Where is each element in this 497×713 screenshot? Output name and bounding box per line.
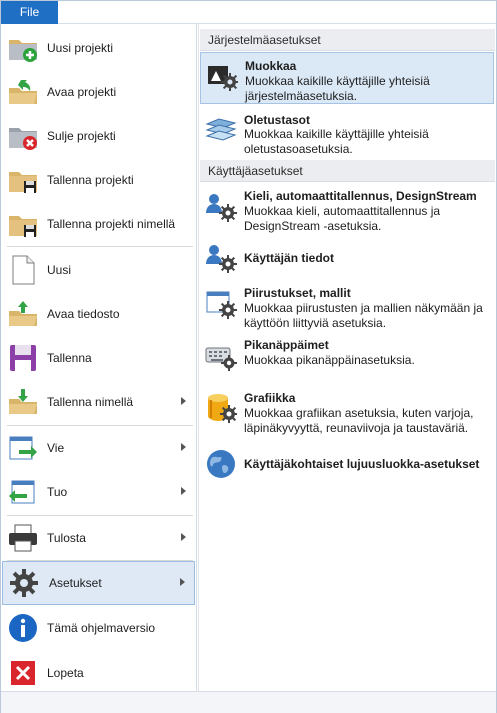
user-settings-icon: [205, 191, 237, 223]
option-description: Muokkaa grafiikan asetuksia, kuten varjo…: [244, 406, 474, 435]
new-project-icon: [7, 32, 39, 64]
menu-item-export[interactable]: Vie: [1, 426, 195, 470]
info-icon: [7, 612, 39, 644]
save-icon: [7, 342, 39, 374]
open-project-icon: [7, 76, 39, 108]
option-graphics[interactable]: Grafiikka Muokkaa grafiikan asetuksia, k…: [200, 386, 494, 454]
menu-bar: File: [1, 1, 496, 24]
strength-class-globe-icon: [205, 448, 237, 480]
menu-divider: [7, 246, 193, 247]
menu-item-label: Avaa projekti: [47, 85, 117, 99]
settings-panel: Järjestelmäasetukset Muokkaa Muokkaa kai…: [198, 24, 496, 691]
graphics-icon: [205, 392, 238, 424]
import-icon: [7, 476, 39, 508]
new-file-icon: [7, 254, 39, 286]
status-strip: [1, 691, 496, 713]
menu-item-label: Tallenna nimellä: [47, 395, 134, 409]
submenu-arrow-icon: [181, 397, 186, 405]
menu-item-open-file[interactable]: Avaa tiedosto: [1, 292, 195, 336]
menu-item-import[interactable]: Tuo: [1, 470, 195, 514]
menu-item-about[interactable]: Tämä ohjelmaversio: [1, 606, 195, 650]
menu-item-save-project-as[interactable]: Tallenna projekti nimellä: [1, 202, 195, 246]
option-description: Muokkaa kaikille käyttäjille yhteisiä ol…: [244, 127, 429, 156]
save-project-icon: [7, 164, 39, 196]
menu-item-save-as[interactable]: Tallenna nimellä: [1, 380, 195, 424]
menu-item-print[interactable]: Tulosta: [1, 516, 195, 560]
submenu-arrow-icon: [181, 487, 186, 495]
menu-item-label: Uusi projekti: [47, 41, 114, 55]
save-as-icon: [7, 386, 39, 418]
menu-item-label: Tallenna: [47, 351, 92, 365]
exit-icon: [7, 657, 39, 689]
menu-item-label: Lopeta: [47, 666, 84, 680]
default-levels-icon: [205, 114, 237, 146]
menu-item-label: Avaa tiedosto: [47, 307, 120, 321]
keyboard-shortcuts-icon: [205, 340, 237, 372]
menu-item-close-project[interactable]: Sulje projekti: [1, 114, 195, 158]
menu-item-label: Sulje projekti: [47, 129, 116, 143]
option-description: Muokkaa kieli, automaattitallennus ja De…: [244, 204, 441, 233]
submenu-arrow-icon: [180, 578, 185, 586]
option-description: Muokkaa piirustusten ja mallien näkymään…: [244, 301, 483, 330]
print-icon: [7, 522, 39, 554]
menu-item-save-project[interactable]: Tallenna projekti: [1, 158, 195, 202]
menu-item-label: Vie: [47, 441, 65, 455]
menu-item-new-project[interactable]: Uusi projekti: [1, 26, 195, 70]
option-drawings-models[interactable]: Piirustukset, mallit Muokkaa piirustuste…: [200, 280, 494, 332]
file-tab[interactable]: File: [1, 1, 58, 24]
option-title: Grafiikka: [244, 391, 296, 405]
option-default-levels[interactable]: Oletustasot Muokkaa kaikille käyttäjille…: [200, 108, 494, 158]
submenu-arrow-icon: [181, 443, 186, 451]
section-header-user: Käyttäjäasetukset: [200, 160, 495, 182]
option-keyboard-shortcuts[interactable]: Pikanäppäimet Muokkaa pikanäppäinasetuks…: [200, 334, 494, 378]
export-icon: [7, 432, 39, 464]
option-title: Piirustukset, mallit: [244, 286, 351, 300]
settings-gear-icon: [8, 567, 40, 599]
menu-item-new[interactable]: Uusi: [1, 248, 195, 292]
save-project-as-icon: [7, 208, 39, 240]
section-header-system: Järjestelmäasetukset: [200, 29, 495, 51]
user-info-icon: [205, 242, 237, 274]
option-title: Käyttäjäkohtaiset lujuusluokka-asetukset: [244, 457, 480, 471]
menu-item-label: Tulosta: [47, 531, 86, 545]
system-edit-icon: [206, 60, 239, 92]
menu-item-label: Tuo: [47, 485, 68, 499]
menu-item-label: Uusi: [47, 263, 72, 277]
open-file-icon: [7, 298, 39, 330]
option-language-autosave[interactable]: Kieli, automaattitallennus, DesignStream…: [200, 184, 494, 234]
option-system-edit[interactable]: Muokkaa Muokkaa kaikille käyttäjille yht…: [200, 52, 494, 104]
option-title: Muokkaa: [245, 59, 297, 73]
menu-item-label: Tallenna projekti: [47, 173, 134, 187]
option-description: Muokkaa pikanäppäinasetuksia.: [244, 353, 415, 367]
file-menu: Uusi projekti Avaa projekti Sulje projek…: [1, 24, 197, 691]
submenu-arrow-icon: [181, 533, 186, 541]
option-title: Pikanäppäimet: [244, 338, 329, 352]
option-title: Oletustasot: [244, 113, 311, 127]
close-project-icon: [7, 120, 39, 152]
menu-item-label: Asetukset: [49, 576, 102, 590]
option-title: Kieli, automaattitallennus, DesignStream: [244, 189, 477, 203]
option-strength-class[interactable]: Käyttäjäkohtaiset lujuusluokka-asetukset: [200, 446, 494, 490]
menu-item-label: Tallenna projekti nimellä: [47, 217, 176, 231]
menu-item-save[interactable]: Tallenna: [1, 336, 195, 380]
option-user-info[interactable]: Käyttäjän tiedot: [200, 236, 494, 280]
menu-item-settings[interactable]: Asetukset: [2, 561, 195, 605]
application-window: File Uusi projekti Avaa projekti Sulje p…: [0, 0, 497, 713]
menu-item-exit[interactable]: Lopeta: [1, 651, 195, 695]
menu-item-open-project[interactable]: Avaa projekti: [1, 70, 195, 114]
drawings-models-icon: [205, 288, 237, 320]
option-title: Käyttäjän tiedot: [244, 251, 335, 265]
menu-item-label: Tämä ohjelmaversio: [47, 621, 156, 635]
option-description: Muokkaa kaikille käyttäjille yhteisiä jä…: [245, 74, 430, 103]
